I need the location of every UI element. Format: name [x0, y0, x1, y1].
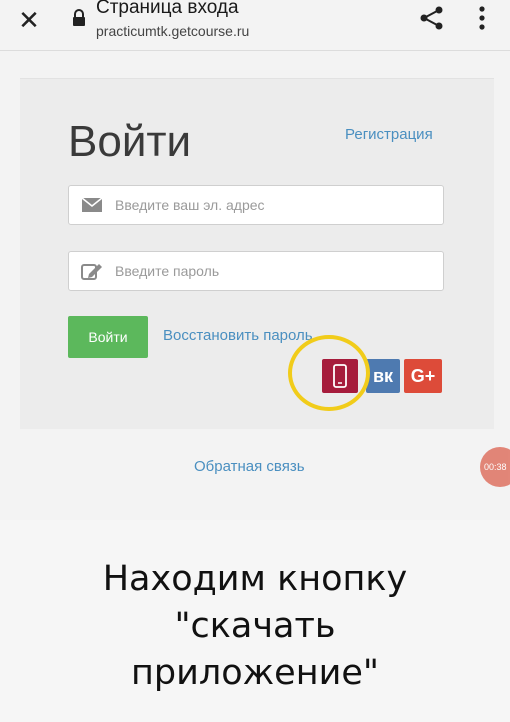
video-caption: Находим кнопку "скачать приложение"	[0, 556, 510, 697]
vk-login-button[interactable]: вк	[366, 359, 400, 393]
page-url[interactable]: practicumtk.getcourse.ru	[96, 23, 249, 39]
password-field[interactable]	[68, 251, 444, 291]
login-button[interactable]: Войти	[68, 316, 148, 358]
timer-badge: 00:38	[480, 447, 510, 487]
more-vert-icon[interactable]	[472, 4, 492, 32]
caption-line-1: Находим кнопку	[102, 559, 408, 599]
email-input[interactable]	[113, 196, 427, 214]
caption-line-2: "скачать	[174, 606, 336, 646]
download-app-button[interactable]	[322, 359, 358, 393]
password-input[interactable]	[113, 262, 427, 280]
caption-line-3: приложение"	[131, 653, 379, 693]
close-icon[interactable]: ✕	[14, 6, 44, 36]
mobile-phone-icon	[333, 364, 347, 388]
lock-icon	[73, 9, 85, 26]
google-plus-login-button[interactable]: G+	[404, 359, 442, 393]
page-title: Страница входа	[96, 0, 239, 18]
email-field[interactable]	[68, 185, 444, 225]
login-panel: Войти Регистрация Войти Восстановить пар…	[20, 78, 494, 429]
login-heading: Войти	[68, 117, 192, 166]
browser-toolbar: ✕ Страница входа practicumtk.getcourse.r…	[0, 0, 510, 51]
restore-password-link[interactable]: Восстановить пароль	[163, 327, 335, 344]
feedback-link[interactable]: Обратная связь	[194, 458, 305, 475]
register-link[interactable]: Регистрация	[345, 126, 433, 143]
envelope-icon	[81, 197, 103, 212]
share-icon[interactable]	[418, 4, 446, 32]
edit-icon	[81, 264, 102, 280]
